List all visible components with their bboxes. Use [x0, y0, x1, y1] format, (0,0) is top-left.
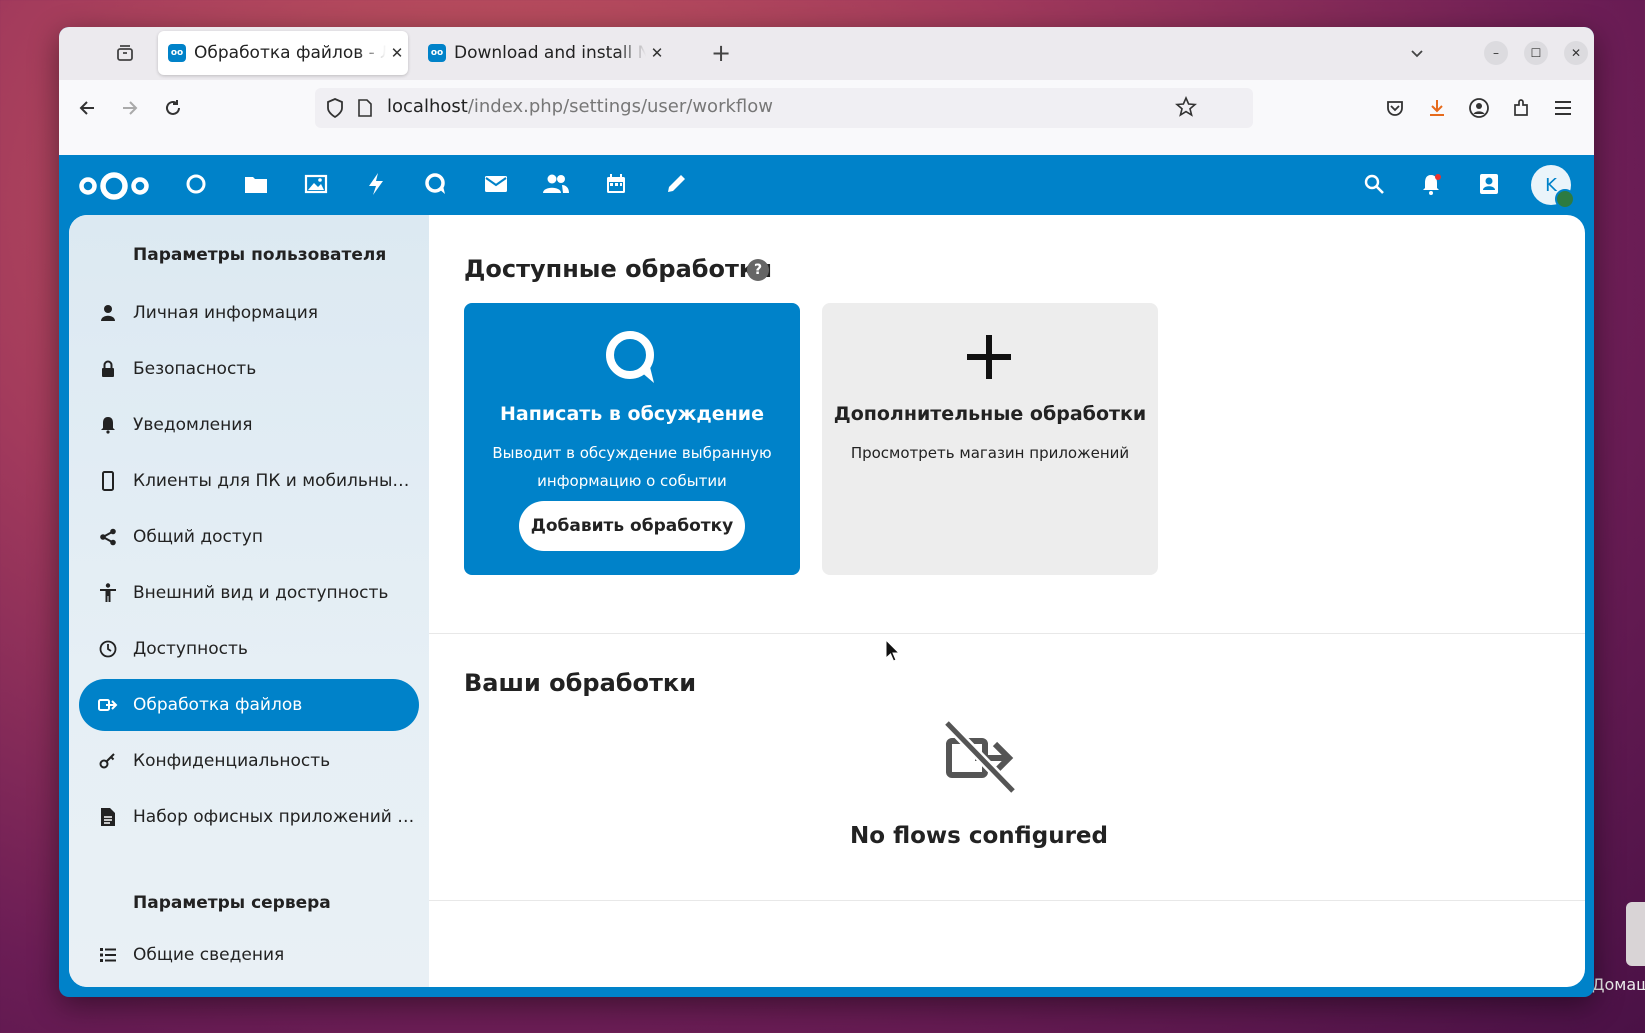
settings-sidebar: Параметры пользователя Личная информация…: [69, 215, 429, 987]
notes-icon[interactable]: [661, 169, 691, 199]
sidebar-item-personal-info[interactable]: Личная информация: [79, 287, 419, 339]
close-tab-icon[interactable]: ✕: [386, 44, 408, 62]
desktop-label: Домаш: [1592, 975, 1645, 994]
shield-icon[interactable]: [325, 97, 345, 123]
person-icon: [93, 304, 123, 322]
section-divider: [429, 900, 1585, 901]
downloads-icon[interactable]: [1421, 92, 1453, 124]
no-flows-text: No flows configured: [850, 823, 1108, 849]
more-card-title: Дополнительные обработки: [833, 403, 1147, 425]
section-divider: [429, 633, 1585, 634]
menu-icon[interactable]: [1547, 92, 1579, 124]
sidebar-item-office[interactable]: Набор офисных приложений …: [79, 791, 419, 843]
address-bar[interactable]: localhost/index.php/settings/user/workfl…: [315, 88, 1253, 128]
bookmark-star-icon[interactable]: [1175, 95, 1197, 122]
nextcloud-favicon-icon: oo: [168, 44, 186, 62]
mouse-cursor-icon: [885, 638, 901, 667]
lock-icon: [93, 360, 123, 378]
server-settings-caption: Параметры сервера: [133, 893, 331, 913]
list-icon: [93, 947, 123, 963]
sidebar-item-privacy[interactable]: Конфиденциальность: [79, 735, 419, 787]
navigation-bar: localhost/index.php/settings/user/workfl…: [59, 80, 1594, 156]
talk-card-description: Выводит в обсуждение выбранную информаци…: [492, 444, 772, 490]
key-icon: [93, 752, 123, 770]
sidebar-item-file-workflows[interactable]: Обработка файлов: [79, 679, 419, 731]
nextcloud-header: K: [59, 155, 1594, 215]
minimize-button[interactable]: –: [1484, 41, 1508, 65]
content-area: Параметры пользователя Личная информация…: [69, 215, 1585, 987]
phone-icon: [93, 471, 123, 491]
page-info-icon[interactable]: [357, 98, 373, 122]
contacts-menu-icon[interactable]: [1474, 169, 1504, 199]
sidebar-item-availability[interactable]: Доступность: [79, 623, 419, 675]
tab-strip: oo Обработка файлов - Лич ✕ oo Download …: [59, 27, 1594, 80]
add-flow-button[interactable]: Добавить обработку: [519, 501, 745, 551]
pocket-icon[interactable]: [1379, 92, 1411, 124]
maximize-button[interactable]: ☐: [1524, 41, 1548, 65]
browser-window: oo Обработка файлов - Лич ✕ oo Download …: [59, 27, 1594, 997]
url-text[interactable]: localhost/index.php/settings/user/workfl…: [387, 96, 773, 117]
talk-icon[interactable]: [421, 169, 451, 199]
talk-card-title: Написать в обсуждение: [500, 403, 764, 425]
available-flows-title: Доступные обработки: [464, 255, 773, 283]
forward-button[interactable]: [114, 92, 146, 124]
plus-icon: [963, 331, 1015, 387]
search-icon[interactable]: [1359, 169, 1389, 199]
close-tab-icon[interactable]: ✕: [646, 44, 668, 62]
clock-icon: [93, 640, 123, 658]
nextcloud-favicon-icon: oo: [428, 44, 446, 62]
account-icon[interactable]: [1463, 92, 1495, 124]
tab-download[interactable]: oo Download and install Nex ✕: [418, 31, 668, 75]
photos-icon[interactable]: [301, 169, 331, 199]
notifications-bell-icon[interactable]: [1416, 169, 1446, 199]
workflow-icon: [93, 697, 123, 713]
talk-icon: [602, 327, 662, 391]
your-flows-title: Ваши обработки: [464, 669, 697, 697]
sidebar-item-security[interactable]: Безопасность: [79, 343, 419, 395]
personal-settings-caption: Параметры пользователя: [133, 245, 387, 265]
files-icon[interactable]: [241, 169, 271, 199]
contacts-icon[interactable]: [541, 169, 571, 199]
accessibility-icon: [93, 583, 123, 603]
more-flows-card[interactable]: Дополнительные обработки Просмотреть маг…: [822, 303, 1158, 575]
mail-icon[interactable]: [481, 169, 511, 199]
back-button[interactable]: [71, 92, 103, 124]
nextcloud-logo[interactable]: [77, 169, 149, 203]
sidebar-item-clients[interactable]: Клиенты для ПК и мобильны…: [79, 455, 419, 507]
calendar-icon[interactable]: [601, 169, 631, 199]
sidebar-item-sharing[interactable]: Общий доступ: [79, 511, 419, 563]
list-tabs-icon[interactable]: [1403, 39, 1431, 67]
workflow-main: Доступные обработки ? Написать в обсужде…: [429, 215, 1585, 987]
user-avatar[interactable]: K: [1531, 165, 1575, 209]
reload-button[interactable]: [157, 92, 189, 124]
no-flows-icon: [939, 719, 1021, 799]
sidebar-item-overview[interactable]: Общие сведения: [79, 929, 419, 981]
tab-overview-icon[interactable]: [111, 39, 139, 67]
dashboard-icon[interactable]: [181, 169, 211, 199]
sidebar-item-notifications[interactable]: Уведомления: [79, 399, 419, 451]
close-window-button[interactable]: ✕: [1564, 41, 1588, 65]
document-icon: [93, 807, 123, 827]
bell-icon: [93, 416, 123, 434]
share-icon: [93, 528, 123, 546]
more-card-description: Просмотреть магазин приложений: [850, 444, 1130, 462]
desktop-tile: [1626, 902, 1645, 966]
new-tab-button[interactable]: +: [707, 39, 735, 67]
help-icon[interactable]: ?: [747, 259, 769, 281]
sidebar-item-appearance[interactable]: Внешний вид и доступность: [79, 567, 419, 619]
talk-flow-card: Написать в обсуждение Выводит в обсужден…: [464, 303, 800, 575]
activity-icon[interactable]: [361, 169, 391, 199]
extensions-icon[interactable]: [1505, 92, 1537, 124]
online-status-icon: [1555, 189, 1575, 209]
tab-workflow[interactable]: oo Обработка файлов - Лич ✕: [158, 31, 408, 75]
